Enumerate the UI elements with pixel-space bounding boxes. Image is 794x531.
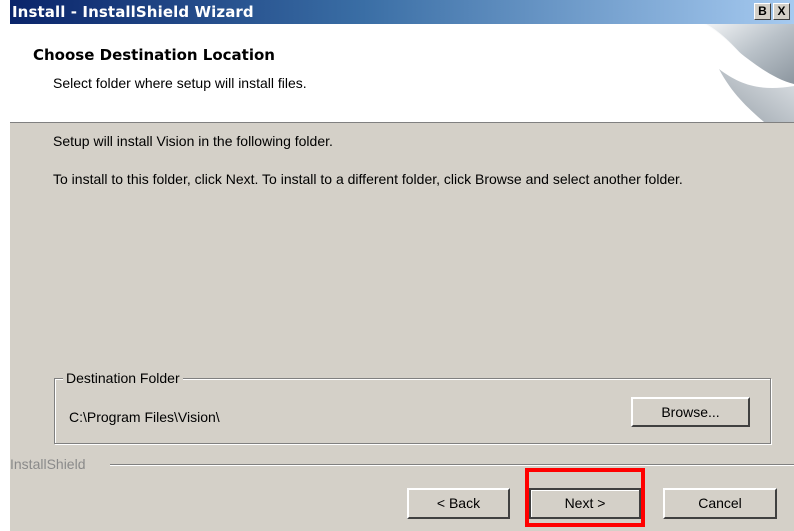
installshield-brand: InstallShield — [10, 456, 90, 472]
close-button[interactable]: X — [773, 3, 790, 20]
back-button[interactable]: < Back — [407, 488, 510, 519]
wizard-header: Choose Destination Location Select folde… — [10, 24, 794, 123]
browse-button[interactable]: Browse... — [631, 397, 750, 427]
page-title: Choose Destination Location — [33, 46, 275, 64]
title-bar[interactable]: Install - InstallShield Wizard B X — [10, 0, 794, 24]
footer-divider — [110, 464, 794, 465]
next-button-highlight — [525, 468, 645, 527]
destination-path: C:\Program Files\Vision\ — [69, 409, 220, 425]
destination-folder-label: Destination Folder — [63, 370, 183, 386]
restore-button[interactable]: B — [754, 3, 771, 20]
window-title: Install - InstallShield Wizard — [12, 3, 254, 21]
instructions-text: To install to this folder, click Next. T… — [53, 171, 683, 187]
page-subtitle: Select folder where setup will install f… — [53, 75, 307, 91]
wizard-header-graphic — [703, 24, 794, 122]
installer-window: Install - InstallShield Wizard B X Choos… — [10, 0, 794, 531]
install-message: Setup will install Vision in the followi… — [53, 133, 333, 149]
cancel-button[interactable]: Cancel — [663, 488, 777, 519]
